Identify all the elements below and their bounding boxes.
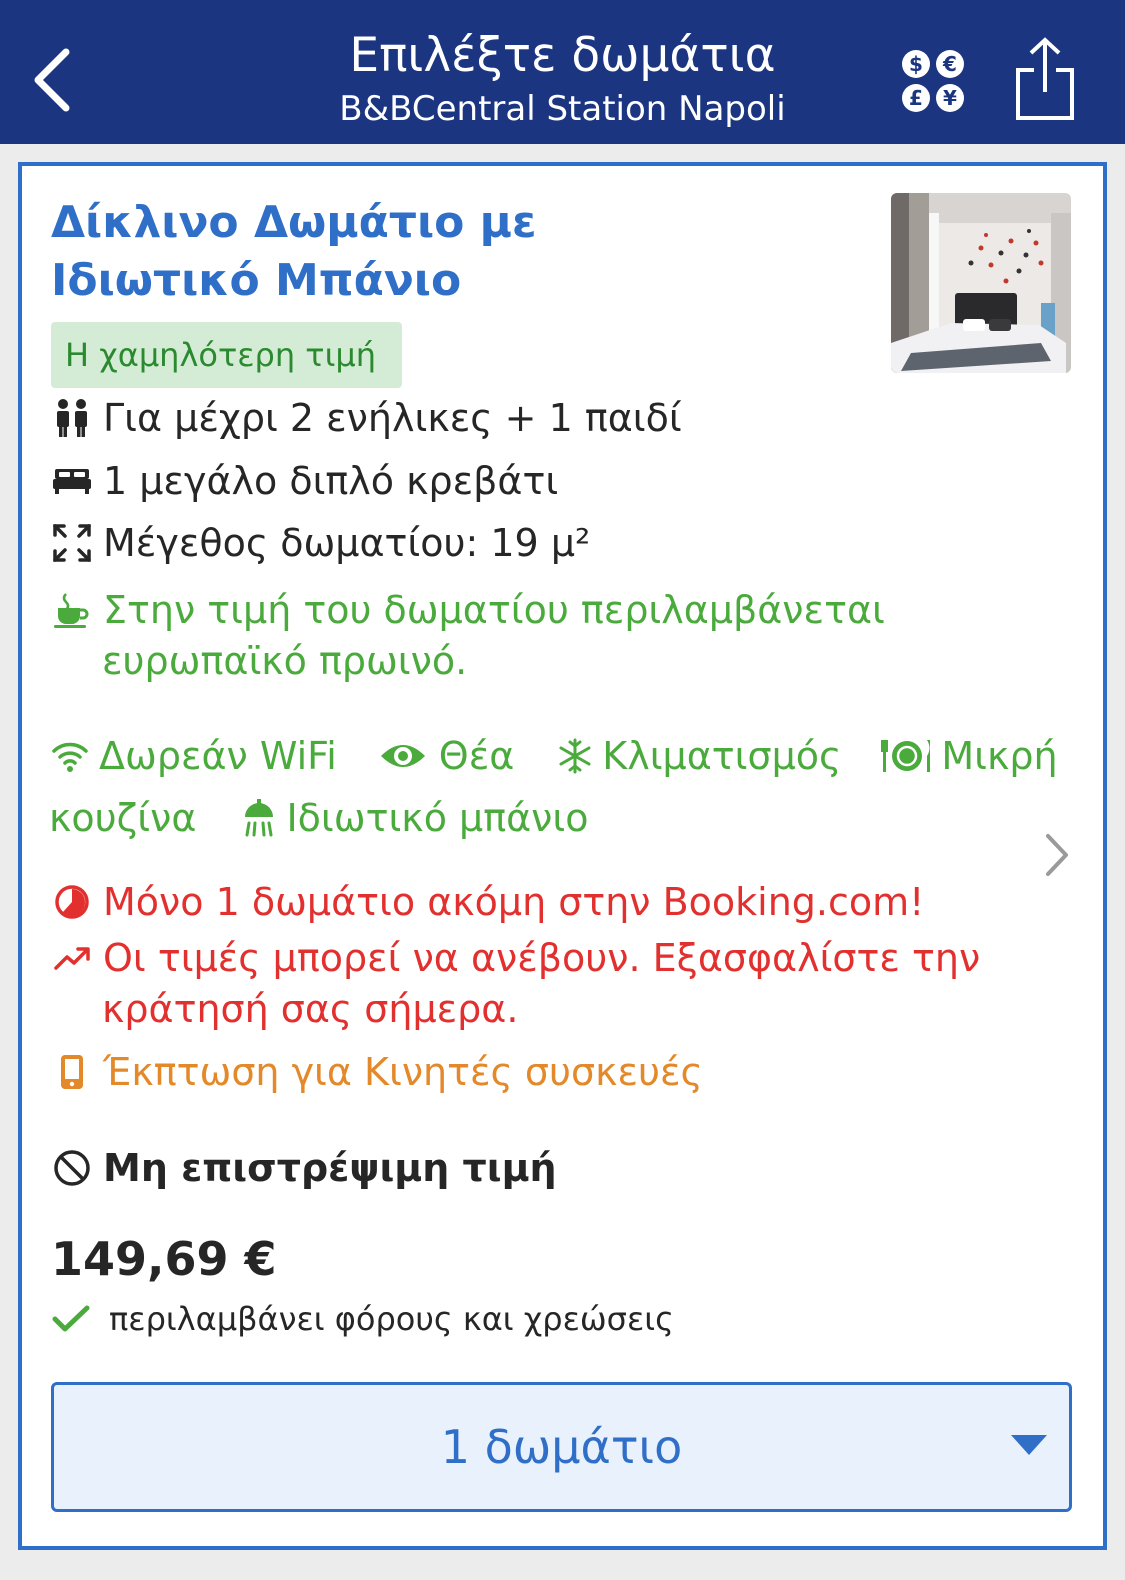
mobile-phone-icon	[51, 1051, 93, 1093]
facility-kitchenette: Μικρή	[941, 734, 1058, 778]
facility-private-bathroom: Ιδιωτικό μπάνιο	[286, 796, 589, 840]
facilities-more-button[interactable]	[1042, 830, 1072, 880]
mobile-discount-row: Έκπτωση για Κινητές συσκευές	[51, 1050, 703, 1094]
currency-button[interactable]: $ € £ ¥	[900, 48, 966, 114]
price-rise-text-line-1: Οι τιμές μπορεί να ανέβουν. Εξασφαλίστε …	[103, 936, 981, 980]
occupancy-text: Για μέχρι 2 ενήλικες + 1 παιδί	[103, 396, 682, 440]
bed-row: 1 μεγάλο διπλό κρεβάτι	[51, 459, 558, 503]
taxes-note-row: περιλαμβάνει φόρους και χρεώσεις	[51, 1300, 674, 1338]
coffee-cup-icon	[51, 589, 93, 631]
expand-icon	[51, 522, 93, 564]
policy-text: Μη επιστρέψιμη τιμή	[103, 1146, 557, 1190]
room-card[interactable]: Δίκλινο Δωμάτιο με Ιδιωτικό Μπάνιο Η χαμ…	[18, 162, 1107, 1550]
wifi-icon	[49, 735, 91, 777]
scarcity-text: Μόνο 1 δωμάτιο ακόμη στην Booking.com!	[103, 880, 925, 924]
room-size-text: Μέγεθος δωματίου: 19 μ²	[103, 521, 591, 565]
bed-text: 1 μεγάλο διπλό κρεβάτι	[103, 459, 559, 503]
room-title-line-1: Δίκλινο Δωμάτιο με	[51, 197, 537, 248]
facilities-line-1[interactable]: Δωρεάν WiFi Θέα Κλιματισμός Μικρή	[49, 734, 1058, 778]
room-quantity-select[interactable]: 1 δωμάτιο	[51, 1382, 1072, 1512]
shower-icon	[238, 797, 280, 839]
breakfast-text-line-2: ευρωπαϊκό πρωινό.	[102, 639, 468, 683]
facility-view: Θέα	[438, 734, 515, 778]
chevron-right-icon	[1046, 834, 1068, 876]
svg-text:¥: ¥	[943, 86, 957, 110]
price-rise-row: Οι τιμές μπορεί να ανέβουν. Εξασφαλίστε …	[51, 936, 980, 980]
policy-row: Μη επιστρέψιμη τιμή	[51, 1146, 557, 1190]
room-price: 149,69 €	[51, 1232, 277, 1286]
room-photo[interactable]	[891, 193, 1071, 373]
room-photo-image	[891, 193, 1071, 373]
share-icon	[1016, 37, 1074, 120]
lowest-price-badge: Η χαμηλότερη τιμή	[51, 322, 402, 388]
people-icon	[51, 397, 93, 439]
facility-kitchenette-cont: κουζίνα	[49, 796, 197, 840]
checkmark-icon	[51, 1304, 97, 1334]
currency-icon: $ € £ ¥	[902, 50, 964, 112]
breakfast-text-line-1: Στην τιμή του δωματίου περιλαμβάνεται	[103, 588, 885, 632]
svg-text:€: €	[942, 52, 957, 76]
breakfast-row: Στην τιμή του δωματίου περιλαμβάνεται	[51, 588, 885, 632]
taxes-note-text: περιλαμβάνει φόρους και χρεώσεις	[109, 1300, 674, 1338]
caret-down-icon	[1011, 1435, 1047, 1459]
navigation-bar: Επιλέξτε δωμάτια B&BCentral Station Napo…	[0, 0, 1125, 144]
scarcity-row: Μόνο 1 δωμάτιο ακόμη στην Booking.com!	[51, 880, 924, 924]
eye-icon	[379, 735, 427, 777]
svg-text:$: $	[909, 52, 923, 76]
mobile-discount-text: Έκπτωση για Κινητές συσκευές	[103, 1050, 703, 1094]
snowflake-icon	[554, 735, 596, 777]
facility-air-conditioning: Κλιματισμός	[602, 734, 842, 778]
share-button[interactable]	[1014, 36, 1076, 122]
facilities-line-2[interactable]: κουζίνα Ιδιωτικό μπάνιο	[49, 796, 588, 840]
plate-cutlery-icon	[881, 735, 933, 777]
pie-clock-icon	[51, 881, 93, 923]
facility-wifi: Δωρεάν WiFi	[99, 734, 337, 778]
room-size-row: Μέγεθος δωματίου: 19 μ²	[51, 521, 590, 565]
trend-up-icon	[51, 937, 93, 979]
price-rise-text-line-2: κράτησή σας σήμερα.	[102, 987, 519, 1031]
bed-icon	[51, 460, 93, 502]
room-title-line-2: Ιδιωτικό Μπάνιο	[51, 255, 462, 306]
occupancy-row: Για μέχρι 2 ενήλικες + 1 παιδί	[51, 396, 682, 440]
svg-text:£: £	[909, 86, 923, 110]
room-title[interactable]: Δίκλινο Δωμάτιο με Ιδιωτικό Μπάνιο	[51, 194, 851, 310]
no-symbol-icon	[51, 1147, 93, 1189]
room-quantity-value: 1 δωμάτιο	[440, 1420, 683, 1474]
